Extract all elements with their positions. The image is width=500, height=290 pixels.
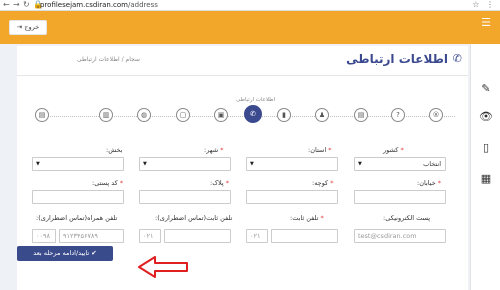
step-1-icon[interactable]: ® bbox=[429, 108, 443, 122]
plaque-label: * پلاک: bbox=[210, 179, 230, 187]
email-input[interactable]: test@csdiran.com bbox=[354, 229, 446, 243]
step-6-active-icon[interactable]: ✆ bbox=[244, 105, 262, 123]
submit-label: تایید/ادامه مرحله بعد bbox=[33, 249, 90, 257]
breadcrumb-current: اطلاعات ارتباطی bbox=[77, 56, 120, 63]
step-8-icon[interactable]: ▢ bbox=[176, 108, 190, 122]
chevron-down-icon: ▼ bbox=[143, 161, 147, 167]
emergency-mobile-prefix: ۰۰۹۸ bbox=[32, 229, 56, 243]
postal-code-input[interactable] bbox=[32, 190, 124, 204]
street-label: * خیابان: bbox=[417, 179, 442, 187]
postal-code-label: * کد پستی: bbox=[92, 179, 124, 187]
exit-label: خروج bbox=[24, 23, 40, 31]
submit-button[interactable]: ✔ تایید/ادامه مرحله بعد bbox=[17, 246, 113, 261]
country-select[interactable]: ▼ انتخاب bbox=[354, 157, 446, 171]
province-select[interactable]: ▼ bbox=[246, 157, 338, 171]
browser-address-bar: ← → ↻ 🔒 profilesejam.csdiran.com/address… bbox=[0, 0, 500, 11]
exit-button[interactable]: ⇥ خروج bbox=[9, 20, 47, 35]
alley-label: * کوچه: bbox=[312, 179, 334, 187]
chevron-down-icon: ▼ bbox=[358, 161, 362, 167]
step-4-icon[interactable]: ♟ bbox=[315, 108, 329, 122]
step-2-icon[interactable]: ? bbox=[391, 108, 405, 122]
active-step-label: اطلاعات ارتباطی bbox=[236, 97, 276, 103]
chevron-down-icon: ▼ bbox=[250, 161, 254, 167]
menu-icon[interactable]: ☰ bbox=[471, 16, 500, 29]
edit-icon[interactable]: ✎ bbox=[471, 82, 500, 95]
country-label: * کشور bbox=[383, 146, 404, 154]
plaque-input[interactable] bbox=[139, 190, 231, 204]
alley-input[interactable] bbox=[246, 190, 338, 204]
step-7-icon[interactable]: ▣ bbox=[214, 108, 228, 122]
city-select[interactable]: ▼ bbox=[139, 157, 231, 171]
province-label: * استان: bbox=[308, 146, 332, 154]
phone-label: * تلفن ثابت: bbox=[290, 214, 324, 222]
phone-icon: ✆ bbox=[452, 52, 462, 65]
url-text[interactable]: profilesejam.csdiran.com/address bbox=[40, 0, 158, 10]
app-header: ⇥ خروج bbox=[0, 11, 500, 44]
forward-arrow-icon[interactable]: → bbox=[13, 0, 20, 10]
chevron-down-icon: ▼ bbox=[36, 161, 40, 167]
emergency-phone-prefix: ۰۲۱ bbox=[139, 229, 161, 243]
emergency-phone-input[interactable] bbox=[164, 229, 231, 243]
section-select[interactable]: ▼ bbox=[32, 157, 124, 171]
page-title: اطلاعات ارتباطی bbox=[346, 52, 448, 66]
phone-prefix: ۰۲۱ bbox=[246, 229, 268, 243]
sign-out-icon: ⇥ bbox=[16, 23, 23, 31]
browser-extensions-icon[interactable]: ☆ ⋮ bbox=[472, 0, 496, 10]
step-10-icon[interactable]: ▥ bbox=[99, 108, 113, 122]
title-row: ✆ اطلاعات ارتباطی سجام / اطلاعات ارتباطی bbox=[17, 46, 468, 76]
street-input[interactable] bbox=[354, 190, 446, 204]
section-label: بخش: bbox=[106, 146, 123, 154]
email-label: پست الکترونیکی: bbox=[383, 214, 431, 222]
reload-icon[interactable]: ↻ bbox=[23, 0, 30, 10]
breadcrumb: سجام / اطلاعات ارتباطی bbox=[77, 56, 140, 63]
emergency-mobile-label: تلفن همراه(تماس اضطراری): bbox=[36, 214, 118, 222]
step-9-icon[interactable]: ◍ bbox=[137, 108, 151, 122]
city-label: * شهر: bbox=[204, 146, 224, 154]
step-5-icon[interactable]: ▮ bbox=[277, 108, 291, 122]
back-arrow-icon[interactable]: ← bbox=[3, 0, 10, 10]
step-3-icon[interactable]: ▤ bbox=[354, 108, 368, 122]
eye-icon[interactable]: 👁 bbox=[471, 110, 500, 123]
emergency-phone-label: تلفن ثابت(تماس اضطراری): bbox=[155, 214, 233, 222]
calculator-icon[interactable]: ▦ bbox=[471, 172, 500, 185]
phone-input[interactable] bbox=[271, 229, 338, 243]
mobile-icon[interactable]: ▯ bbox=[471, 141, 500, 154]
breadcrumb-home[interactable]: سجام bbox=[126, 56, 140, 63]
check-icon: ✔ bbox=[91, 249, 97, 257]
red-arrow-annotation bbox=[138, 256, 188, 278]
emergency-mobile-input[interactable]: ۹۱۲۳۴۵۶۷۸۹ bbox=[59, 229, 124, 243]
side-rail: ☰ ✎ 👁 ▯ ▦ bbox=[470, 16, 500, 290]
step-11-icon[interactable]: ▤ bbox=[35, 108, 49, 122]
